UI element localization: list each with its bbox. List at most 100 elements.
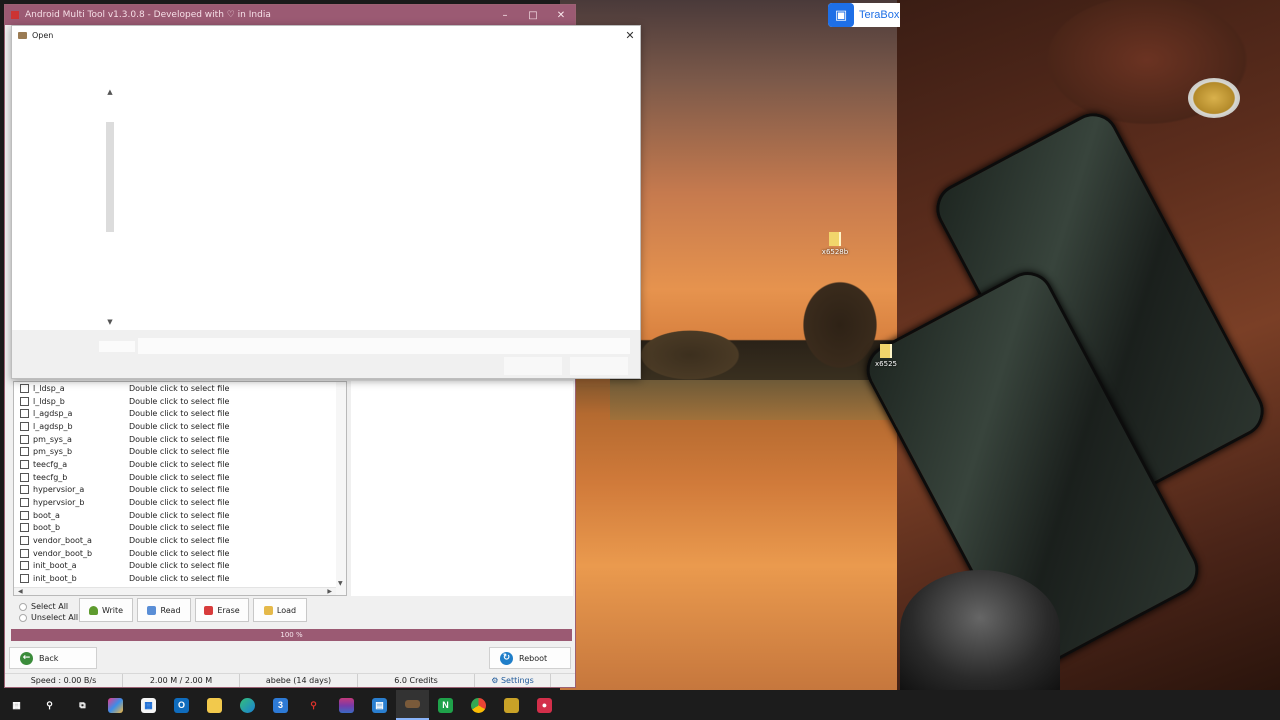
partition-checkbox[interactable] — [20, 383, 29, 393]
partition-row[interactable]: teecfg_a Double click to select file — [14, 458, 346, 471]
unselect-all-option[interactable]: Unselect All — [19, 612, 78, 623]
reboot-button[interactable]: ↻ Reboot — [489, 647, 571, 669]
partition-row[interactable]: pm_sys_b Double click to select file — [14, 445, 346, 458]
partition-file[interactable]: Double click to select file — [129, 397, 229, 406]
partition-row[interactable]: boot_a Double click to select file — [14, 509, 346, 522]
write-button[interactable]: Write — [79, 598, 133, 622]
minimize-button[interactable]: – — [491, 10, 519, 21]
dialog-close-button[interactable]: ✕ — [620, 29, 640, 42]
partition-row[interactable]: hypervsior_b Double click to select file — [14, 496, 346, 509]
partition-row[interactable]: l_agdsp_b Double click to select file — [14, 420, 346, 433]
android-multi-tool-taskbar-button[interactable] — [396, 690, 429, 720]
partition-row[interactable]: l_agdsp_a Double click to select file — [14, 407, 346, 420]
select-all-radio[interactable] — [19, 602, 27, 611]
scrollbar-thumb[interactable] — [106, 122, 114, 232]
partition-file[interactable]: Double click to select file — [129, 549, 229, 558]
chrome-button[interactable] — [462, 690, 495, 720]
partition-file[interactable]: Double click to select file — [129, 485, 229, 494]
terabox-widget[interactable]: ▣ TeraBox — [828, 3, 900, 27]
desktop-file-icon[interactable]: x6528b — [815, 232, 855, 256]
partition-file[interactable]: Double click to select file — [129, 536, 229, 545]
partition-checkbox[interactable] — [20, 472, 29, 482]
partition-row[interactable]: vendor_boot_b Double click to select file — [14, 547, 346, 560]
partition-row[interactable]: pm_sys_a Double click to select file — [14, 433, 346, 446]
read-button[interactable]: Read — [137, 598, 191, 622]
partition-checkbox[interactable] — [20, 523, 29, 533]
file-icon — [880, 344, 892, 358]
partition-file[interactable]: Double click to select file — [129, 511, 229, 520]
maximize-button[interactable]: □ — [519, 10, 547, 21]
select-all-option[interactable]: Select All — [19, 601, 78, 612]
back-button[interactable]: ← Back — [9, 647, 97, 669]
partition-file[interactable]: Double click to select file — [129, 574, 229, 583]
app-titlebar[interactable]: Android Multi Tool v1.3.0.8 - Developed … — [5, 5, 575, 25]
partition-checkbox[interactable] — [20, 409, 29, 419]
partition-checkbox[interactable] — [20, 485, 29, 495]
app-blue-button[interactable]: ▤ — [363, 690, 396, 720]
partition-file[interactable]: Double click to select file — [129, 447, 229, 456]
partition-checkbox[interactable] — [20, 548, 29, 558]
partition-list[interactable]: l_ldsp_a Double click to select file l_lds… — [13, 381, 347, 596]
wallpaper-horizon — [610, 380, 900, 420]
store-button[interactable]: ▦ — [132, 690, 165, 720]
file-explorer-button[interactable] — [198, 690, 231, 720]
partition-checkbox[interactable] — [20, 574, 29, 584]
partition-checkbox[interactable] — [20, 434, 29, 444]
partition-file[interactable]: Double click to select file — [129, 460, 229, 469]
partition-checkbox[interactable] — [20, 536, 29, 546]
partition-checkbox[interactable] — [20, 421, 29, 431]
partition-checkbox[interactable] — [20, 396, 29, 406]
partition-row[interactable]: init_boot_a Double click to select file — [14, 560, 346, 573]
nav-pane-scrollbar[interactable]: ▲ ▼ — [105, 88, 115, 328]
partition-row[interactable]: l_ldsp_b Double click to select file — [14, 395, 346, 408]
vertical-scrollbar[interactable]: ▼ — [336, 382, 346, 595]
partition-file[interactable]: Double click to select file — [129, 422, 229, 431]
app-3-button[interactable]: 3 — [264, 690, 297, 720]
partition-checkbox[interactable] — [20, 561, 29, 571]
partition-row[interactable]: init_boot_b Double click to select file — [14, 572, 346, 585]
app-n-button[interactable]: N — [429, 690, 462, 720]
cancel-button[interactable] — [570, 357, 628, 375]
load-button[interactable]: Load — [253, 598, 307, 622]
search-button[interactable]: ⚲ — [33, 690, 66, 720]
scroll-down-icon[interactable]: ▼ — [105, 318, 115, 326]
partition-file[interactable]: Double click to select file — [129, 498, 229, 507]
partition-file[interactable]: Double click to select file — [129, 523, 229, 532]
app-red-button[interactable]: ⚲ — [297, 690, 330, 720]
partition-file[interactable]: Double click to select file — [129, 473, 229, 482]
scroll-down-icon[interactable]: ▼ — [338, 580, 343, 587]
filename-input[interactable] — [138, 338, 630, 354]
close-button[interactable]: ✕ — [547, 10, 575, 21]
partition-file[interactable]: Double click to select file — [129, 409, 229, 418]
scroll-right-icon[interactable]: ▶ — [327, 588, 332, 595]
copilot-button[interactable] — [99, 690, 132, 720]
partition-file[interactable]: Double click to select file — [129, 435, 229, 444]
app-rec-button[interactable]: ● — [528, 690, 561, 720]
partition-row[interactable]: teecfg_b Double click to select file — [14, 471, 346, 484]
winrar-button[interactable] — [330, 690, 363, 720]
partition-checkbox[interactable] — [20, 510, 29, 520]
scroll-left-icon[interactable]: ◀ — [18, 588, 23, 595]
partition-checkbox[interactable] — [20, 498, 29, 508]
unselect-all-radio[interactable] — [19, 613, 27, 622]
task-view-button[interactable]: ⧉ — [66, 690, 99, 720]
horizontal-scrollbar[interactable]: ◀ ▶ — [14, 587, 336, 595]
scroll-up-icon[interactable]: ▲ — [105, 88, 115, 96]
app-yellow-button[interactable] — [495, 690, 528, 720]
dialog-titlebar[interactable]: Open ✕ — [12, 26, 640, 44]
open-button[interactable] — [504, 357, 562, 375]
partition-row[interactable]: vendor_boot_a Double click to select file — [14, 534, 346, 547]
partition-checkbox[interactable] — [20, 459, 29, 469]
desktop-file-icon[interactable]: x6525 — [866, 344, 906, 368]
partition-row[interactable]: l_ldsp_a Double click to select file — [14, 382, 346, 395]
partition-file[interactable]: Double click to select file — [129, 561, 229, 570]
edge-button[interactable] — [231, 690, 264, 720]
partition-row[interactable]: hypervsior_a Double click to select file — [14, 484, 346, 497]
partition-checkbox[interactable] — [20, 447, 29, 457]
outlook-button[interactable]: O — [165, 690, 198, 720]
settings-button[interactable]: ⚙ Settings — [475, 674, 551, 687]
partition-row[interactable]: boot_b Double click to select file — [14, 522, 346, 535]
start-button[interactable]: ▦ — [0, 690, 33, 720]
partition-file[interactable]: Double click to select file — [129, 384, 229, 393]
erase-button[interactable]: Erase — [195, 598, 249, 622]
